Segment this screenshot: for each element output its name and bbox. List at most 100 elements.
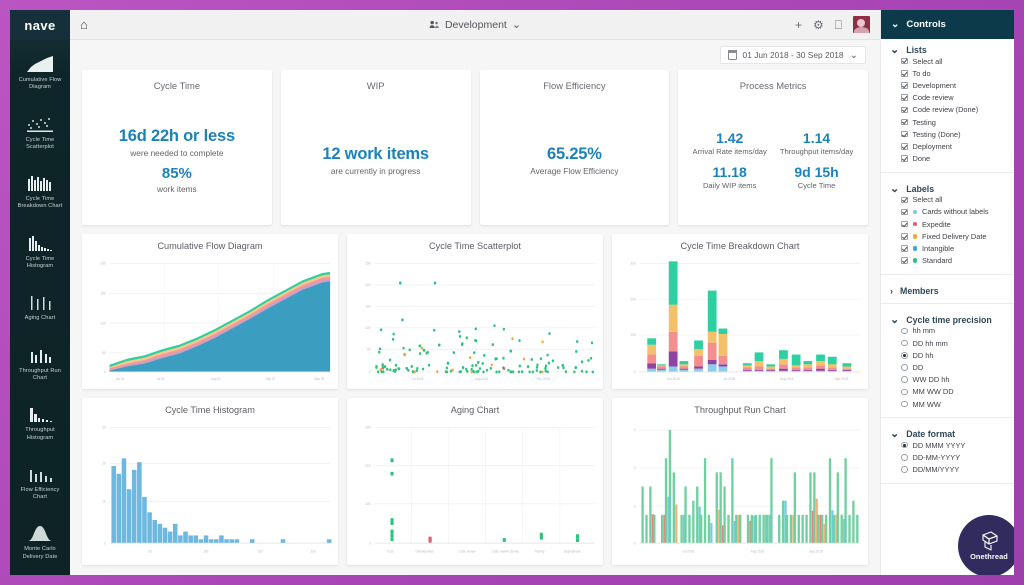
checkbox-option-testing-done-[interactable]: Testing (Done) bbox=[890, 128, 1005, 140]
rail-item-label: Throughput Histogram bbox=[25, 427, 55, 441]
rail-item-aging-chart[interactable]: Aging Chart bbox=[10, 278, 70, 330]
rail-item-flow-efficiency-chart[interactable]: Flow Efficiency Chart bbox=[10, 450, 70, 510]
radio-option-dd-hh[interactable]: DD hh bbox=[890, 349, 1005, 361]
chart-card-cycle-time-scatterplot[interactable]: Cycle Time Scatterplot 250 200 150 100 5… bbox=[347, 234, 603, 389]
home-icon[interactable]: ⌂ bbox=[80, 18, 88, 31]
chart-title: Aging Chart bbox=[450, 405, 500, 415]
rail-item-cycle-time-histogram[interactable]: Cycle Time Histogram bbox=[10, 219, 70, 279]
radio-option-ww-dd-hh[interactable]: WW DD hh bbox=[890, 374, 1005, 386]
checkbox-icon[interactable] bbox=[901, 118, 908, 126]
radio-icon[interactable] bbox=[901, 466, 908, 473]
radio-icon[interactable] bbox=[901, 400, 908, 408]
checkbox-option-intangible[interactable]: Intangible bbox=[890, 242, 1005, 254]
checkbox-option-testing[interactable]: Testing bbox=[890, 116, 1005, 128]
svg-text:Sep 01: Sep 01 bbox=[266, 377, 276, 381]
plus-icon[interactable]: + bbox=[795, 19, 802, 31]
radio-option-dd-mmm-yyyy[interactable]: DD MMM YYYY bbox=[890, 439, 1005, 451]
checkbox-option-expedite[interactable]: Expedite bbox=[890, 218, 1005, 230]
checkbox-icon[interactable] bbox=[901, 106, 908, 114]
radio-option-hh-mm[interactable]: hh mm bbox=[890, 325, 1005, 337]
date-range-picker[interactable]: 01 Jun 2018 - 30 Sep 2018 ⌄ bbox=[719, 46, 866, 64]
section-header-labels[interactable]: ⌄ Labels bbox=[890, 183, 1005, 194]
kpi-title: Process Metrics bbox=[739, 80, 807, 91]
checkbox-option-select-all[interactable]: Select all bbox=[890, 194, 1005, 206]
rail-item-monte-carlo-number-of-tasks[interactable]: Monte Carlo Number of Tasks bbox=[10, 569, 70, 575]
option-label: DD-MM-YYYY bbox=[912, 452, 961, 462]
checkbox-icon[interactable] bbox=[901, 220, 908, 228]
chart-card-cycle-time-histogram[interactable]: Cycle Time Histogram 30 20 10 0 50 100 1… bbox=[82, 398, 338, 565]
chart-row-2: Cycle Time Histogram 30 20 10 0 50 100 1… bbox=[82, 398, 868, 565]
radio-icon[interactable] bbox=[901, 388, 908, 396]
radio-option-dd-mm-yyyy[interactable]: DD-MM-YYYY bbox=[890, 451, 1005, 463]
radio-option-dd[interactable]: DD bbox=[890, 361, 1005, 373]
option-label: Development bbox=[912, 80, 957, 90]
checkbox-icon[interactable] bbox=[901, 233, 908, 240]
section-header-members[interactable]: › Members bbox=[890, 286, 1005, 296]
onethread-watermark: Onethread bbox=[958, 515, 1014, 575]
rail-item-cycle-time-scatterplot[interactable]: Cycle Time Scatterplot bbox=[10, 100, 70, 160]
checkbox-icon[interactable] bbox=[901, 70, 908, 77]
radio-option-mm-ww-dd[interactable]: MM WW DD bbox=[890, 386, 1005, 398]
svg-text:50: 50 bbox=[102, 351, 106, 355]
checkbox-option-cards-without-labels[interactable]: Cards without labels bbox=[890, 206, 1005, 218]
checkbox-icon[interactable] bbox=[901, 155, 908, 162]
svg-text:100: 100 bbox=[630, 333, 635, 337]
radio-icon[interactable] bbox=[901, 339, 908, 347]
kpi-card-process-metrics: Process Metrics 1.42 Arrival Rate items/d… bbox=[678, 70, 868, 225]
chart-card-cycle-time-breakdown[interactable]: Cycle Time Breakdown Chart 300 200 100 0… bbox=[612, 234, 868, 389]
radio-icon[interactable] bbox=[901, 364, 908, 371]
section-header-date-format[interactable]: ⌄ Date format bbox=[890, 429, 1005, 440]
checkbox-icon[interactable] bbox=[901, 82, 908, 89]
section-header-cycle-time-precision[interactable]: ⌄ Cycle time precision bbox=[890, 313, 1005, 326]
monitor-icon[interactable]: ⎕ bbox=[835, 19, 842, 31]
checkbox-option-standard[interactable]: Standard bbox=[890, 255, 1005, 267]
checkbox-icon[interactable] bbox=[901, 143, 908, 150]
rail-item-cumulative-flow-diagram[interactable]: Cumulative Flow Diagram bbox=[10, 40, 70, 100]
rail-item-monte-carlo-delivery-date[interactable]: Monte Carlo Delivery Date bbox=[10, 509, 70, 569]
section-header-lists[interactable]: ⌄ Lists bbox=[890, 45, 1005, 56]
radio-icon[interactable] bbox=[901, 441, 908, 449]
checkbox-icon[interactable] bbox=[901, 57, 908, 65]
checkbox-option-development[interactable]: Development bbox=[890, 79, 1005, 91]
option-label: Standard bbox=[922, 256, 952, 266]
checkbox-option-code-review-done-[interactable]: Code review (Done) bbox=[890, 104, 1005, 116]
project-selector[interactable]: Development ⌄ bbox=[429, 19, 521, 31]
chart-card-throughput-run-chart[interactable]: Throughput Run Chart 4 3 2 0 Jul 2018 Au… bbox=[612, 398, 868, 565]
checkbox-option-select-all[interactable]: Select all bbox=[890, 55, 1005, 67]
checkbox-option-code-review[interactable]: Code review bbox=[890, 92, 1005, 104]
checkbox-icon[interactable] bbox=[901, 245, 908, 252]
rail-item-cycle-time-breakdown-chart[interactable]: Cycle Time Breakdown Chart bbox=[10, 159, 70, 219]
radio-option-dd-mm-yyyy[interactable]: DD/MM/YYYY bbox=[890, 464, 1005, 476]
area-chart-icon bbox=[13, 47, 67, 73]
avatar[interactable] bbox=[853, 16, 870, 33]
left-nav-rail[interactable]: nave Cumulative Flow Diagram Cycle Time S… bbox=[10, 10, 70, 575]
radio-option-dd-hh-mm[interactable]: DD hh mm bbox=[890, 337, 1005, 349]
checkbox-option-deployment[interactable]: Deployment bbox=[890, 140, 1005, 152]
svg-text:200: 200 bbox=[311, 549, 316, 553]
checkbox-option-to-do[interactable]: To do bbox=[890, 67, 1005, 79]
checkbox-icon[interactable] bbox=[901, 130, 908, 138]
radio-icon[interactable] bbox=[901, 376, 908, 383]
radio-icon[interactable] bbox=[901, 327, 908, 335]
svg-text:Aug 2018: Aug 2018 bbox=[475, 377, 488, 381]
gear-icon[interactable]: ⚙ bbox=[813, 19, 824, 31]
checkbox-icon[interactable] bbox=[901, 196, 908, 204]
svg-text:100: 100 bbox=[100, 321, 105, 325]
radio-icon[interactable] bbox=[901, 454, 908, 461]
radio-option-mm-ww[interactable]: MM WW bbox=[890, 398, 1005, 410]
chart-card-cumulative-flow-diagram[interactable]: Cumulative Flow Diagram 200 150 100 50 0… bbox=[82, 234, 338, 389]
rail-item-throughput-histogram[interactable]: Throughput Histogram bbox=[10, 390, 70, 450]
checkbox-icon[interactable] bbox=[901, 257, 908, 264]
section-title: Lists bbox=[906, 45, 927, 55]
controls-header[interactable]: ⌄ Controls bbox=[881, 10, 1014, 39]
chart-card-aging-chart[interactable]: Aging Chart 300 200 100 0 To do Developm… bbox=[347, 398, 603, 565]
checkbox-option-fixed-delivery-date[interactable]: Fixed Delivery Date bbox=[890, 230, 1005, 242]
chevron-down-icon: ⌄ bbox=[890, 313, 900, 326]
rail-item-throughput-run-chart[interactable]: Throughput Run Chart bbox=[10, 331, 70, 391]
checkbox-icon[interactable] bbox=[901, 208, 908, 216]
radio-icon[interactable] bbox=[901, 352, 908, 359]
checkbox-icon[interactable] bbox=[901, 94, 908, 101]
cumulative-flow-diagram-plot: 200 150 100 50 0 Jun 01 Jul 01 Aug 01 Sep … bbox=[88, 254, 332, 385]
kpi-value-primary: 12 work items bbox=[322, 144, 429, 163]
checkbox-option-done[interactable]: Done bbox=[890, 153, 1005, 165]
